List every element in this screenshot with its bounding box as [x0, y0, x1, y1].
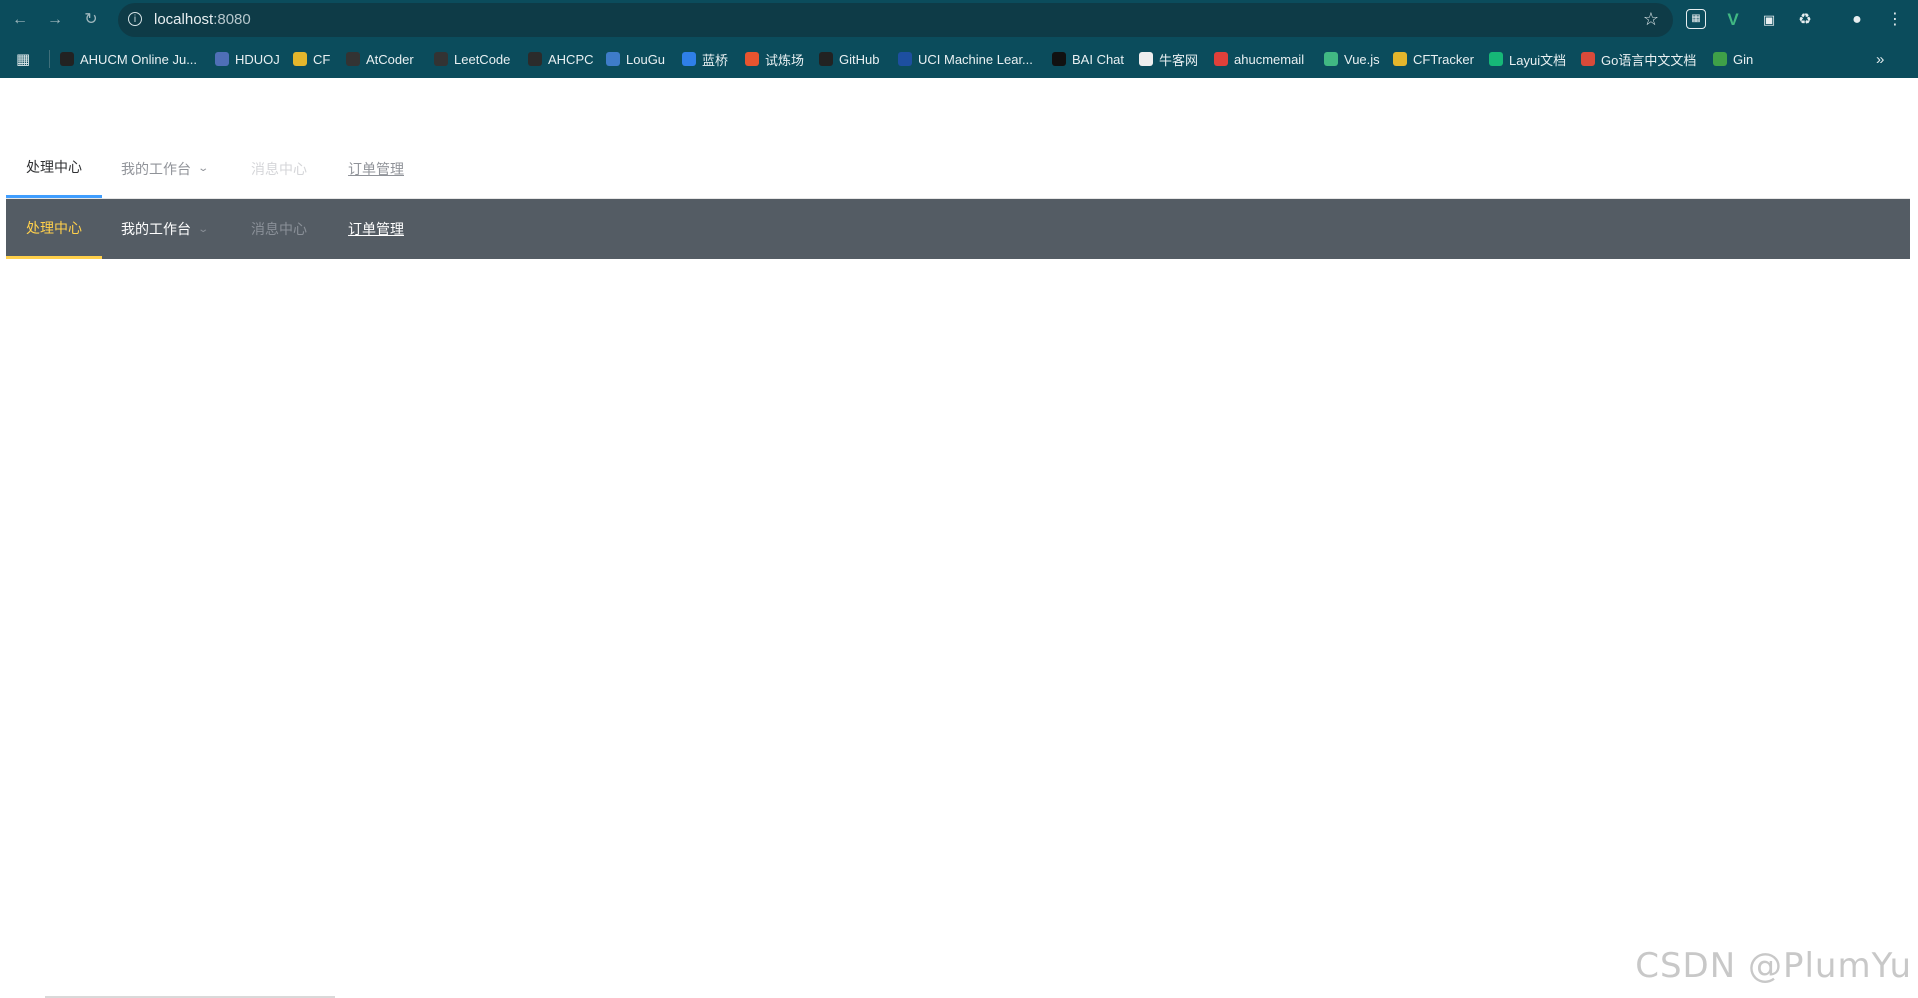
bookmark-label: Vue.js — [1344, 51, 1380, 67]
more-bookmarks-icon[interactable]: » — [1876, 50, 1884, 68]
leetcode-icon — [434, 52, 448, 66]
email-icon — [1214, 52, 1228, 66]
more-menu-icon[interactable]: ⋮ — [1884, 9, 1906, 31]
apps-grid-icon[interactable]: ▦ — [16, 50, 30, 68]
atcoder-icon — [346, 52, 360, 66]
qr-extension-icon[interactable]: ▦ — [1686, 9, 1706, 29]
bookmark-item[interactable]: LeetCode — [434, 50, 510, 68]
bookmark-item[interactable]: ahucmemail — [1214, 50, 1304, 68]
bookmark-label: HDUOJ — [235, 51, 280, 67]
url-host: localhost — [154, 11, 214, 28]
menu-light-item-order-management[interactable]: 订单管理 — [348, 139, 404, 198]
bookmark-item[interactable]: CF — [293, 50, 330, 68]
bookmark-label: CF — [313, 51, 331, 67]
codeforces-icon — [293, 52, 307, 66]
bookmark-label: ahucmemail — [1234, 51, 1305, 67]
reader-extension-icon[interactable]: ▣ — [1758, 9, 1780, 31]
bookmark-label: 牛客网 — [1159, 52, 1199, 68]
bookmark-item[interactable]: 试炼场 — [745, 50, 804, 68]
bookmark-item[interactable]: GitHub — [819, 50, 879, 68]
bookmark-item[interactable]: AtCoder — [346, 50, 414, 68]
bookmark-divider — [49, 50, 50, 68]
vue-devtools-icon[interactable]: V — [1722, 9, 1744, 31]
bookmark-label: Gin — [1733, 51, 1754, 67]
back-icon[interactable]: ← — [8, 8, 32, 32]
csdn-watermark: CSDN @PlumYu — [1635, 946, 1912, 986]
bookmark-item[interactable]: Vue.js — [1324, 50, 1380, 68]
profile-icon[interactable]: ● — [1846, 9, 1868, 31]
url-port: :8080 — [213, 11, 251, 28]
menu-light-submenu-workbench[interactable]: 我的工作台 ⌄ — [121, 139, 210, 198]
shilianchang-icon — [745, 52, 759, 66]
bookmark-label: CFTracker — [1413, 51, 1474, 67]
bookmark-label: AtCoder — [366, 51, 414, 67]
bookmark-label: LouGu — [626, 51, 666, 67]
bookmark-label: GitHub — [839, 51, 880, 67]
bookmark-item[interactable]: Gin — [1713, 50, 1753, 68]
bookmark-label: Go语言中文文档 — [1601, 52, 1697, 68]
bookmark-item[interactable]: AHCPC — [528, 50, 594, 68]
bookmark-item[interactable]: CFTracker — [1393, 50, 1474, 68]
bookmark-label: 蓝桥 — [702, 52, 729, 68]
address-bar[interactable]: i localhost:8080 ☆ — [118, 3, 1673, 37]
bookmark-item[interactable]: 蓝桥 — [682, 50, 728, 68]
layui-icon — [1489, 52, 1503, 66]
bookmark-label: AHUCM Online Ju... — [80, 51, 198, 67]
vue-icon — [1324, 52, 1338, 66]
nowcoder-icon — [1139, 52, 1153, 66]
baichat-icon — [1052, 52, 1066, 66]
lanqiao-icon — [682, 52, 696, 66]
github-icon — [819, 52, 833, 66]
ahucm-icon — [60, 52, 74, 66]
bookmark-star-icon[interactable]: ☆ — [1643, 9, 1659, 30]
menu-dark-item-order-management[interactable]: 订单管理 — [348, 199, 404, 259]
cftracker-icon — [1393, 52, 1407, 66]
menu-light-item-label: 我的工作台 — [121, 160, 191, 177]
menu-dark-item-label: 我的工作台 — [121, 221, 191, 237]
bookmark-item[interactable]: HDUOJ — [215, 50, 280, 68]
menu-dark-item-message-center: 消息中心 — [251, 199, 307, 259]
bookmark-item[interactable]: BAI Chat — [1052, 50, 1124, 68]
bookmark-label: LeetCode — [454, 51, 511, 67]
chevron-down-icon: ⌄ — [197, 223, 210, 235]
uci-icon — [898, 52, 912, 66]
menu-light-item-label: 订单管理 — [348, 160, 404, 177]
hduoj-icon — [215, 52, 229, 66]
luogu-icon — [606, 52, 620, 66]
menu-light-item-label: 处理中心 — [26, 159, 82, 175]
chevron-down-icon: ⌄ — [197, 163, 210, 174]
go-doc-icon — [1581, 52, 1595, 66]
browser-toolbar: ← → ↻ i localhost:8080 ☆ ▦ V ▣ ♻ ● ⋮ — [0, 0, 1918, 40]
menu-dark-submenu-workbench[interactable]: 我的工作台 ⌄ — [121, 199, 210, 259]
bookmark-label: AHCPC — [548, 51, 594, 67]
reload-icon[interactable]: ↻ — [79, 8, 103, 32]
gin-icon — [1713, 52, 1727, 66]
forward-icon[interactable]: → — [43, 8, 67, 32]
site-info-icon[interactable]: i — [128, 12, 142, 26]
menu-light-item-label: 消息中心 — [251, 160, 307, 177]
menu-light-item-message-center: 消息中心 — [251, 139, 307, 198]
bookmark-label: Layui文档 — [1509, 52, 1567, 68]
bookmarks-bar: ▦ AHUCM Online Ju... HDUOJ CF AtCoder LeetCo… — [0, 40, 1918, 78]
ahcpc-icon — [528, 52, 542, 66]
nav-menu-light: 处理中心 我的工作台 ⌄ 消息中心 订单管理 — [6, 139, 1910, 199]
bookmark-item[interactable]: 牛客网 — [1139, 50, 1198, 68]
bookmark-item[interactable]: Go语言中文文档 — [1581, 50, 1696, 68]
bookmark-item[interactable]: LouGu — [606, 50, 665, 68]
bookmark-item[interactable]: Layui文档 — [1489, 50, 1566, 68]
menu-dark-item-processing-center[interactable]: 处理中心 — [6, 199, 102, 259]
bookmark-label: 试炼场 — [765, 52, 805, 68]
bookmark-label: UCI Machine Lear... — [918, 51, 1033, 67]
menu-dark-item-label: 消息中心 — [251, 221, 307, 237]
menu-light-item-processing-center[interactable]: 处理中心 — [6, 139, 102, 198]
menu-dark-item-label: 处理中心 — [26, 219, 82, 236]
menu-dark-item-label: 订单管理 — [348, 221, 404, 237]
bookmark-item[interactable]: AHUCM Online Ju... — [60, 50, 197, 68]
bookmark-item[interactable]: UCI Machine Lear... — [898, 50, 1033, 68]
nav-menu-dark: 处理中心 我的工作台 ⌄ 消息中心 订单管理 — [6, 199, 1910, 259]
bookmark-label: BAI Chat — [1072, 51, 1125, 67]
extensions-puzzle-icon[interactable]: ♻ — [1794, 9, 1816, 31]
address-url[interactable]: localhost:8080 — [154, 11, 251, 28]
